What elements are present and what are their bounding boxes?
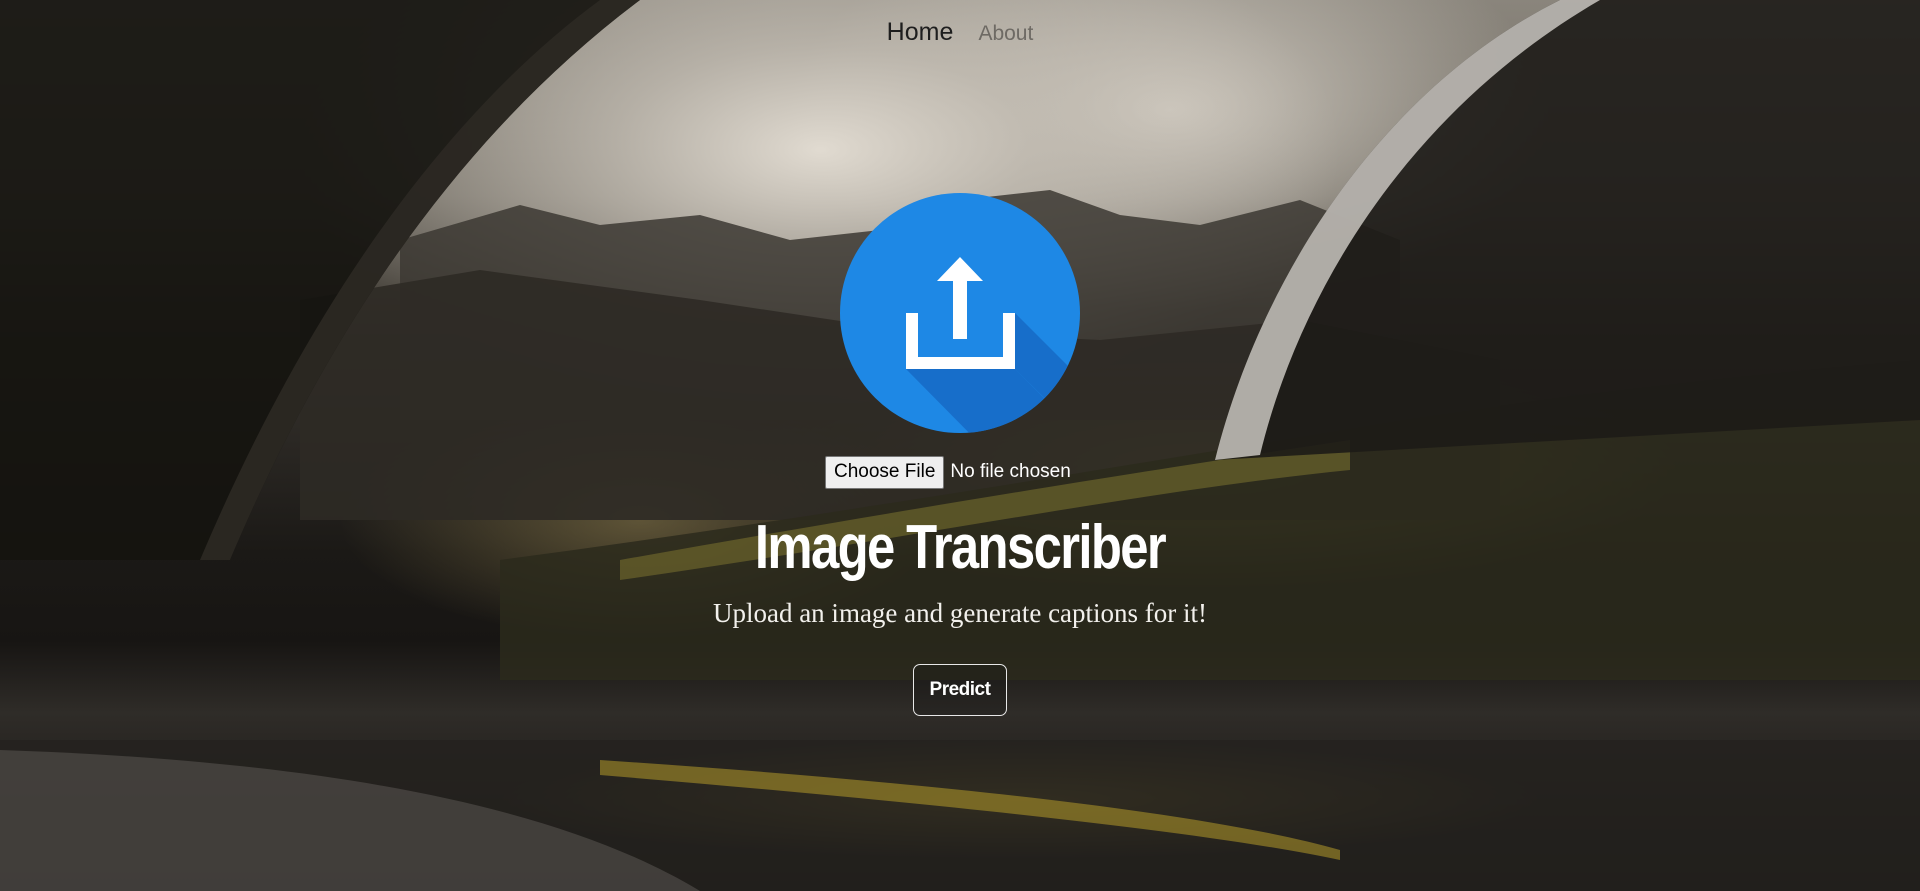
top-nav: Home About <box>0 18 1920 47</box>
file-input: Choose File No file chosen <box>825 455 1071 489</box>
choose-file-button[interactable]: Choose File <box>825 455 945 489</box>
upload-icon[interactable] <box>840 193 1080 433</box>
nav-home-link[interactable]: Home <box>887 18 954 47</box>
page-title: Image Transcriber <box>754 513 1167 582</box>
predict-button[interactable]: Predict <box>913 664 1007 716</box>
nav-about-link[interactable]: About <box>978 22 1033 46</box>
page: Home About Choose File No file chosen Im… <box>0 0 1920 891</box>
landscape-illustration <box>0 0 1920 891</box>
page-subtitle: Upload an image and generate captions fo… <box>712 598 1208 628</box>
file-status-text: No file chosen <box>950 461 1071 482</box>
